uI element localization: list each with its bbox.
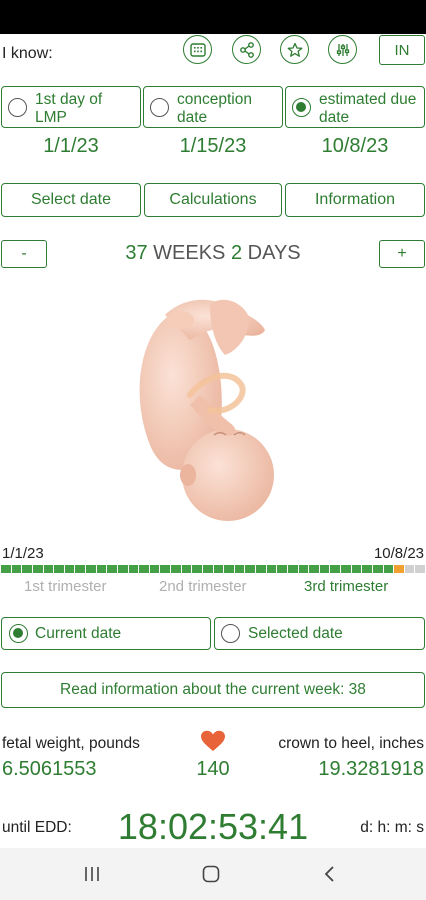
progress-segment [383, 565, 394, 573]
progress-segment [319, 565, 330, 573]
i-know-label: I know: [2, 45, 53, 62]
progress-segment [11, 565, 22, 573]
progress-end-date: 10/8/23 [373, 545, 424, 562]
progress-segment [372, 565, 383, 573]
progress-segment [224, 565, 234, 573]
progress-segment [43, 565, 54, 573]
trimester-1-label: 1st trimester [24, 578, 107, 595]
progress-segment [64, 565, 75, 573]
progress-segment [181, 565, 192, 573]
progress-segment [213, 565, 224, 573]
progress-start-date: 1/1/23 [2, 545, 44, 562]
conception-date: 1/15/23 [179, 135, 247, 157]
settings-button[interactable] [328, 35, 357, 64]
progress-segment [107, 565, 117, 573]
status-bar [0, 0, 426, 34]
mode-conception-button[interactable]: conception date [143, 86, 283, 128]
share-icon [239, 41, 254, 58]
progress-segment [202, 565, 213, 573]
progress-segment [234, 565, 245, 573]
progress-segment [309, 565, 319, 573]
lmp-radio[interactable] [8, 98, 27, 117]
progress-segment [256, 565, 266, 573]
progress-segment [117, 565, 128, 573]
current-date-label: Current date [35, 625, 122, 642]
heart-icon [201, 730, 225, 751]
calendar-button[interactable] [183, 35, 212, 64]
calculations-button[interactable]: Calculations [144, 183, 282, 217]
trimester-2-label: 2nd trimester [159, 578, 247, 595]
progress-segment [287, 565, 298, 573]
information-button[interactable]: Information [285, 183, 425, 217]
progress-segment [160, 565, 170, 573]
back-icon[interactable] [322, 865, 336, 883]
fetus-illustration [139, 299, 274, 521]
progress-segment [22, 565, 32, 573]
fetal-weight-label: fetal weight, pounds [2, 735, 140, 752]
sliders-icon [336, 43, 349, 56]
lmp-date: 1/1/23 [43, 135, 99, 157]
mode-lmp-label: 1st day of LMP [35, 91, 103, 126]
progress-segment [171, 565, 181, 573]
selected-date-label: Selected date [248, 625, 343, 642]
pregnancy-progress-bar [1, 565, 425, 573]
fetal-weight-value: 6.5061553 [2, 758, 97, 780]
calendar-grid-icon [189, 42, 206, 57]
gestational-age: 37 WEEKS 2 DAYS [0, 242, 426, 265]
progress-segment [32, 565, 43, 573]
selected-date-option[interactable]: Selected date [214, 617, 425, 650]
mode-conception-label: conception date [177, 91, 252, 126]
progress-segment [245, 565, 255, 573]
trimester-3-label: 3rd trimester [304, 578, 389, 595]
share-button[interactable] [232, 35, 261, 64]
progress-segment [75, 565, 85, 573]
weeks-number: 37 [125, 242, 148, 264]
progress-segment [341, 565, 351, 573]
days-number: 2 [230, 242, 243, 264]
conception-radio[interactable] [150, 98, 169, 117]
increment-week-button[interactable]: + [379, 240, 425, 268]
days-word: DAYS [247, 242, 301, 264]
mode-due-date-label: estimated due date [319, 91, 417, 126]
progress-segment [139, 565, 149, 573]
progress-segment [149, 565, 160, 573]
progress-segment [404, 565, 415, 573]
progress-segment [351, 565, 362, 573]
progress-segment [54, 565, 64, 573]
progress-segment [96, 565, 107, 573]
crown-heel-label: crown to heel, inches [278, 735, 424, 752]
crown-heel-value: 19.3281918 [318, 758, 424, 780]
progress-segment [330, 565, 340, 573]
current-date-option[interactable]: Current date [1, 617, 211, 650]
unit-toggle-button[interactable]: IN [379, 35, 425, 65]
due-date-radio[interactable] [292, 98, 311, 117]
progress-segment [415, 565, 425, 573]
read-week-info-button[interactable]: Read information about the current week:… [1, 672, 425, 708]
progress-segment [86, 565, 96, 573]
current-date-radio[interactable] [9, 624, 28, 643]
due-date: 10/8/23 [321, 135, 389, 157]
progress-segment [266, 565, 277, 573]
countdown-units-label: d: h: m: s [360, 819, 424, 836]
progress-segment [277, 565, 287, 573]
progress-segment [128, 565, 139, 573]
heart-rate-value: 140 [196, 758, 230, 780]
progress-segment [1, 565, 11, 573]
progress-segment [362, 565, 372, 573]
system-navigation-bar [0, 848, 426, 900]
recent-apps-icon[interactable] [84, 866, 100, 882]
mode-lmp-button[interactable]: 1st day of LMP [1, 86, 141, 128]
home-icon[interactable] [202, 865, 220, 883]
progress-segment [298, 565, 309, 573]
selected-date-radio[interactable] [221, 624, 240, 643]
select-date-button[interactable]: Select date [1, 183, 141, 217]
star-icon [287, 42, 302, 57]
weeks-word: WEEKS [153, 242, 226, 264]
mode-due-date-button[interactable]: estimated due date [285, 86, 425, 128]
progress-segment [192, 565, 202, 573]
favorite-button[interactable] [280, 35, 309, 64]
progress-segment [394, 565, 404, 573]
